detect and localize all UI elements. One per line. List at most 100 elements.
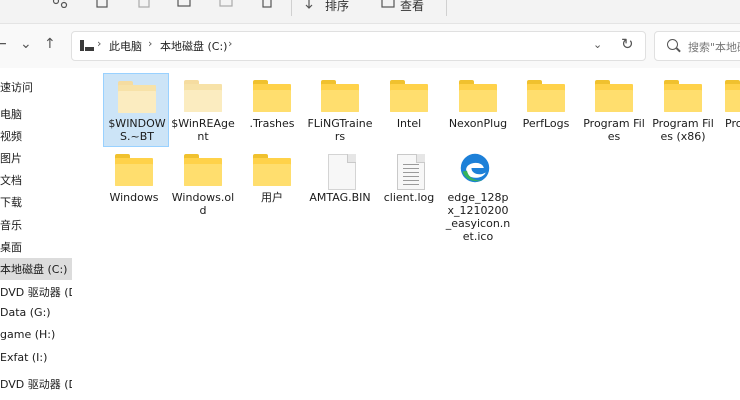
file-item[interactable]: client.log: [376, 152, 442, 226]
sidebar-item-local-disk-c[interactable]: 本地磁盘 (C:): [0, 258, 72, 280]
share-out-button[interactable]: [218, 0, 234, 8]
sidebar-item-dvd-drive-d[interactable]: DVD 驱动器 (D:): [0, 281, 72, 303]
item-name: NexonPlug: [448, 117, 508, 130]
navigation-bar: ← ⌄ ↑ › 此电脑 › 本地磁盘 (C:) › ⌄ ↻ 搜索"本地磁: [0, 24, 740, 68]
rename-button[interactable]: [176, 0, 192, 8]
folder-item[interactable]: .Trashes: [239, 73, 305, 147]
sidebar-item-label: Data (G:): [0, 306, 51, 319]
folder-icon: [253, 154, 291, 186]
folder-icon: [115, 154, 153, 186]
blank-file-icon: [321, 154, 359, 190]
sidebar-item-label: 视频: [0, 130, 22, 143]
folder-icon: [321, 80, 359, 112]
folder-item[interactable]: 用户: [239, 152, 305, 226]
sort-label: 排序: [325, 0, 350, 13]
paste-button[interactable]: [136, 0, 152, 8]
item-name: PerfLogs: [522, 117, 570, 130]
back-button[interactable]: ←: [0, 36, 7, 52]
sidebar-item-label: 桌面: [0, 241, 22, 254]
up-button[interactable]: ↑: [44, 36, 56, 52]
sort-button[interactable]: 排序: [305, 0, 350, 13]
sidebar-item-label: 下载: [0, 196, 22, 209]
refresh-button[interactable]: ↻: [621, 35, 634, 53]
more-options-button[interactable]: ···: [460, 0, 474, 6]
sidebar-item-label: 文档: [0, 174, 22, 187]
sidebar-item-data-g[interactable]: Data (G:): [0, 303, 72, 325]
search-placeholder: 搜索"本地磁: [688, 41, 740, 54]
command-toolbar: 排序 查看 ···: [0, 0, 740, 24]
folder-icon: [390, 80, 428, 112]
sidebar-item-label: 速访问: [0, 81, 33, 94]
sidebar-item-label: 本地磁盘 (C:): [0, 263, 68, 276]
folder-item[interactable]: PerfLogs: [513, 73, 579, 147]
sidebar-item-label: 音乐: [0, 219, 22, 232]
folder-item[interactable]: Windows.old: [170, 152, 236, 226]
view-icon: [381, 0, 395, 8]
folder-item[interactable]: Pro: [711, 73, 740, 147]
view-button[interactable]: 查看: [380, 0, 424, 13]
folder-icon: [459, 80, 497, 112]
sidebar-item-quick-access[interactable]: 速访问: [0, 76, 72, 98]
sidebar-item-label: DVD 驱动器 (D:): [0, 286, 72, 299]
folder-icon: [664, 80, 702, 112]
sidebar-item-label: Exfat (I:): [0, 351, 48, 364]
item-name: Pro: [725, 117, 740, 130]
item-name: FLiNGTrainers: [307, 117, 373, 143]
share-out-icon: [219, 0, 233, 7]
recent-locations-button[interactable]: ⌄: [20, 36, 32, 52]
item-name: Program Files (x86): [652, 117, 714, 143]
sidebar-item-desktop[interactable]: 桌面: [0, 236, 72, 258]
folder-item[interactable]: Windows: [101, 152, 167, 226]
folder-item[interactable]: NexonPlug: [445, 73, 511, 147]
share-button[interactable]: [52, 0, 68, 8]
sidebar-item-label: DVD 驱动器 (D:) C: [0, 378, 72, 391]
sidebar-item-music[interactable]: 音乐: [0, 214, 72, 236]
delete-button[interactable]: [259, 0, 275, 8]
item-name: .Trashes: [249, 117, 295, 130]
folder-icon: [527, 80, 565, 112]
sidebar-item-this-pc[interactable]: 电脑: [0, 103, 72, 125]
folder-icon: [595, 80, 633, 112]
item-name: Windows: [109, 191, 159, 204]
sidebar-item-exfat-i[interactable]: Exfat (I:): [0, 348, 72, 370]
sidebar-item-game-h[interactable]: game (H:): [0, 325, 72, 347]
sidebar-item-videos[interactable]: 视频: [0, 125, 72, 147]
folder-item[interactable]: FLiNGTrainers: [307, 73, 373, 147]
sidebar-item-pictures[interactable]: 图片: [0, 147, 72, 169]
edge-icon: [460, 153, 490, 183]
breadcrumb-local-disk-c[interactable]: 本地磁盘 (C:): [160, 38, 227, 54]
folder-item[interactable]: Program Files (x86): [650, 73, 716, 147]
item-name: edge_128px_1210200_easyicon.net.ico: [445, 191, 511, 243]
item-name: Windows.old: [171, 191, 235, 217]
folder-icon: [184, 154, 222, 186]
breadcrumb-separator: ›: [148, 37, 153, 50]
text-file-icon: [390, 154, 428, 190]
address-bar[interactable]: › 此电脑 › 本地磁盘 (C:) › ⌄ ↻: [71, 31, 646, 61]
sidebar-item-downloads[interactable]: 下载: [0, 191, 72, 213]
folder-item[interactable]: $WINDOWS.~BT: [103, 73, 169, 147]
file-item[interactable]: edge_128px_1210200_easyicon.net.ico: [445, 152, 511, 252]
paste-icon: [138, 0, 150, 8]
folder-icon: [184, 80, 222, 112]
item-name: AMTAG.BIN: [309, 191, 371, 204]
toolbar-divider: [446, 0, 447, 16]
folder-icon: [118, 81, 156, 113]
folder-item[interactable]: $WinREAgent: [170, 73, 236, 147]
folder-item[interactable]: Program Files: [581, 73, 647, 147]
computer-icon: [80, 40, 94, 51]
item-name: 用户: [261, 191, 283, 204]
file-item[interactable]: AMTAG.BIN: [307, 152, 373, 226]
folder-icon: [725, 80, 740, 112]
item-name: Intel: [396, 117, 422, 130]
toolbar-divider: [291, 0, 292, 16]
copy-button[interactable]: [94, 0, 110, 8]
sidebar-item-documents[interactable]: 文档: [0, 169, 72, 191]
breadcrumb-this-pc[interactable]: 此电脑: [109, 38, 142, 54]
folder-item[interactable]: Intel: [376, 73, 442, 147]
address-history-dropdown[interactable]: ⌄: [593, 38, 602, 51]
copy-icon: [96, 0, 108, 8]
sidebar-item-dvd-drive-d-2[interactable]: DVD 驱动器 (D:) C: [0, 373, 72, 395]
breadcrumb-separator: ›: [228, 37, 233, 50]
search-box[interactable]: 搜索"本地磁: [654, 31, 740, 61]
sidebar-item-label: 图片: [0, 152, 22, 165]
